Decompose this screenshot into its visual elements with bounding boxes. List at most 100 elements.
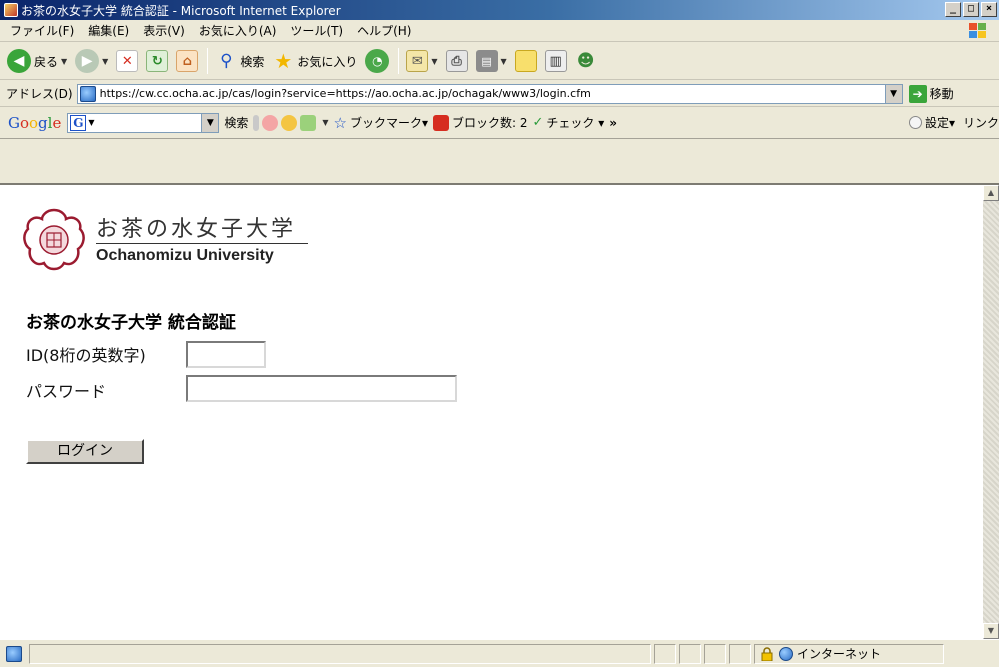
address-bar: アドレス(D) https://cw.cc.ocha.ac.jp/cas/log… (0, 81, 999, 107)
settings-label: 設定▾ (924, 116, 955, 130)
google-extras: ▼ (253, 114, 329, 131)
menu-view[interactable]: 表示(V) (136, 22, 192, 39)
back-dropdown-icon[interactable]: ▼ (61, 57, 67, 66)
ie-window-icon[interactable] (4, 3, 18, 17)
menu-help[interactable]: ヘルプ(H) (350, 22, 418, 39)
page-rank-icon[interactable] (300, 114, 317, 131)
address-input[interactable]: https://cw.cc.ocha.ac.jp/cas/login?servi… (76, 83, 903, 104)
research-icon: ▥ (544, 50, 567, 72)
google-logo-letter: e (52, 113, 62, 132)
zone-label: インターネット (797, 647, 882, 661)
forward-button[interactable]: ▶ ▼ (72, 46, 111, 76)
research-button[interactable]: ▥ (542, 46, 570, 76)
search-button[interactable]: ⚲ 検索 (212, 46, 267, 76)
id-input[interactable] (186, 341, 266, 368)
back-button[interactable]: ◀ 戻る ▼ (4, 46, 70, 76)
search-icon: ⚲ (220, 51, 233, 71)
google-search-input[interactable]: G ▼ (67, 112, 203, 133)
menu-file[interactable]: ファイル(F) (0, 22, 81, 39)
stop-icon: ✕ (116, 50, 139, 72)
maximize-button[interactable]: □ (963, 2, 979, 17)
links-button[interactable]: リンク (963, 114, 999, 131)
google-logo-letter: o (29, 113, 39, 132)
search-label: 検索 (240, 54, 265, 69)
security-zone-pane[interactable]: インターネット (754, 643, 944, 664)
google-logo[interactable]: Google (8, 114, 61, 132)
address-label: アドレス(D) (6, 87, 73, 101)
home-icon: ⌂ (176, 50, 199, 72)
vertical-scrollbar[interactable]: ▲ ▼ (983, 183, 999, 639)
forward-dropdown-icon[interactable]: ▼ (102, 57, 108, 66)
bookmarks-label: ブックマーク▾ (349, 116, 429, 130)
menu-favorites[interactable]: お気に入り(A) (192, 22, 284, 39)
menu-tools[interactable]: ツール(T) (283, 22, 350, 39)
close-button[interactable]: × (981, 2, 997, 17)
toolbar-separator (398, 48, 400, 74)
go-label: 移動 (929, 87, 954, 101)
bookmarks-button[interactable]: ☆ ブックマーク▾ (334, 114, 428, 132)
address-dropdown-icon[interactable]: ▼ (884, 84, 902, 103)
mail-icon: ✉ (406, 50, 429, 72)
home-button[interactable]: ⌂ (173, 46, 201, 76)
stop-button[interactable]: ✕ (113, 46, 141, 76)
minimize-button[interactable]: _ (945, 2, 961, 17)
address-url[interactable]: https://cw.cc.ocha.ac.jp/cas/login?servi… (100, 87, 591, 100)
status-text-pane (29, 643, 651, 664)
scroll-up-arrow-icon[interactable]: ▲ (983, 185, 999, 201)
page-icon (79, 85, 96, 102)
spiral-icon[interactable] (281, 114, 298, 131)
standard-toolbar: ◀ 戻る ▼ ▶ ▼ ✕ ↻ ⌂ ⚲ 検索 ★ お気に入り ◔ ✉ ▼ ⎙ ▤ … (0, 43, 999, 80)
browser-window: お茶の水女子大学 統合認証 - Microsoft Internet Explo… (0, 0, 999, 667)
popup-blocked-label: ブロック数: 2 (452, 116, 528, 130)
status-bar: インターネット (0, 639, 999, 667)
menu-bar: ファイル(F) 編集(E) 表示(V) お気に入り(A) ツール(T) ヘルプ(… (0, 20, 999, 42)
page-heading: お茶の水女子大学 統合認証 (26, 313, 236, 333)
more-button[interactable]: » (609, 116, 617, 130)
logo-divider (96, 243, 308, 244)
popup-blocker-button[interactable]: ブロック数: 2 (433, 114, 528, 131)
history-button[interactable]: ◔ (362, 46, 392, 76)
print-button[interactable]: ⎙ (443, 46, 471, 76)
google-logo-letter: g (38, 113, 48, 132)
menu-edit[interactable]: 編集(E) (81, 22, 136, 39)
google-options-dropdown-icon[interactable]: ▼ (322, 118, 328, 127)
edit-icon: ▤ (475, 50, 498, 72)
internet-globe-icon (779, 646, 793, 661)
logo-japanese-name: お茶の水女子大学 (96, 217, 297, 242)
back-arrow-icon: ◀ (7, 49, 31, 73)
spellcheck-button[interactable]: ✓ チェック ▾ (533, 114, 605, 131)
google-search-label: 検索 (224, 116, 249, 130)
google-toolbar-right: 設定▾ リンク (904, 107, 999, 138)
refresh-button[interactable]: ↻ (143, 46, 171, 76)
google-search-dropdown-icon[interactable]: ▼ (202, 112, 220, 133)
edit-dropdown-icon[interactable]: ▼ (501, 57, 507, 66)
settings-button[interactable]: 設定▾ (908, 114, 955, 131)
id-label: ID(8桁の英数字) (26, 346, 146, 365)
messenger-icon: ☻ (576, 51, 595, 71)
university-seal-icon (23, 208, 85, 271)
mail-dropdown-icon[interactable]: ▼ (431, 57, 437, 66)
password-input[interactable] (186, 375, 457, 402)
spellcheck-label: チェック ▾ (546, 116, 605, 130)
back-label: 戻る (34, 54, 59, 69)
google-search-button[interactable]: 検索 (224, 114, 248, 131)
edit-button[interactable]: ▤ ▼ (473, 46, 510, 76)
mail-button[interactable]: ✉ ▼ (403, 46, 440, 76)
scroll-down-arrow-icon[interactable]: ▼ (983, 623, 999, 639)
messenger-button[interactable]: ☻ (572, 46, 600, 76)
toolbar-separator (207, 48, 209, 74)
logo-english-name: Ochanomizu University (96, 247, 274, 264)
chevron-more-icon: » (609, 115, 618, 130)
go-button[interactable]: ➔ 移動 (908, 84, 954, 103)
login-button[interactable]: ログイン (26, 439, 144, 464)
windows-flag-icon (969, 23, 987, 39)
google-logo-letter: o (19, 113, 30, 132)
favorites-button[interactable]: ★ お気に入り (269, 46, 360, 76)
news-icon[interactable] (262, 114, 279, 131)
google-g-icon[interactable]: G (70, 114, 87, 131)
go-arrow-icon: ➔ (908, 84, 927, 103)
status-pane (654, 643, 676, 664)
google-menu-caret-icon[interactable]: ▼ (88, 118, 94, 127)
discuss-button[interactable] (512, 46, 540, 76)
favorites-label: お気に入り (297, 54, 358, 69)
